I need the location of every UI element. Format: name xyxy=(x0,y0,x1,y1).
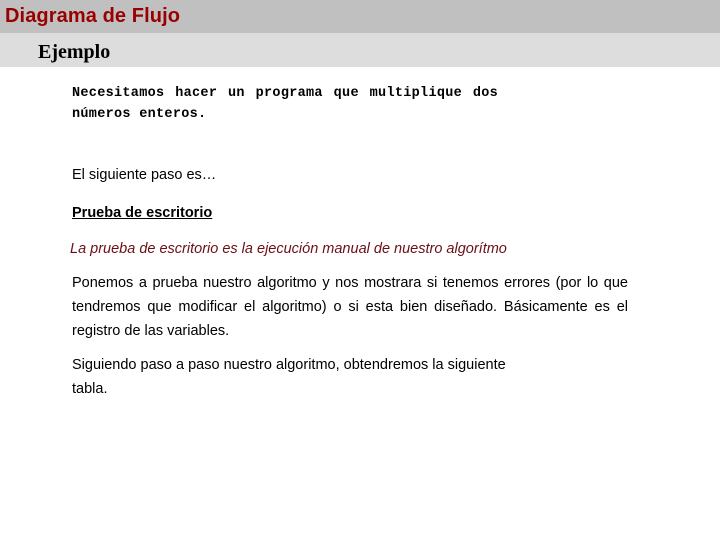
paragraph-two: Siguiendo paso a paso nuestro algoritmo,… xyxy=(72,353,628,401)
problem-statement-line-1: Necesitamos hacer un programa que multip… xyxy=(72,86,499,101)
paragraph-two-main: Siguiendo paso a paso nuestro algoritmo,… xyxy=(72,357,506,373)
page-title: Diagrama de Flujo xyxy=(5,5,181,27)
section-heading-prueba-de-escritorio: Prueba de escritorio xyxy=(72,205,213,221)
paragraph-two-tail: tabla. xyxy=(72,381,108,397)
next-step-text: El siguiente paso es… xyxy=(72,167,217,183)
paragraph-one: Ponemos a prueba nuestro algoritmo y nos… xyxy=(72,275,628,339)
definition-text: La prueba de escritorio es la ejecución … xyxy=(70,241,507,257)
slide-canvas: Diagrama de Flujo Ejemplo Necesitamos ha… xyxy=(0,0,720,540)
problem-statement-line-2: números enteros. xyxy=(72,107,207,122)
problem-statement-block: Necesitamos hacer un programa que multip… xyxy=(72,83,628,125)
slide-subtitle: Ejemplo xyxy=(38,41,111,63)
slide-body: Necesitamos hacer un programa que multip… xyxy=(0,67,720,540)
